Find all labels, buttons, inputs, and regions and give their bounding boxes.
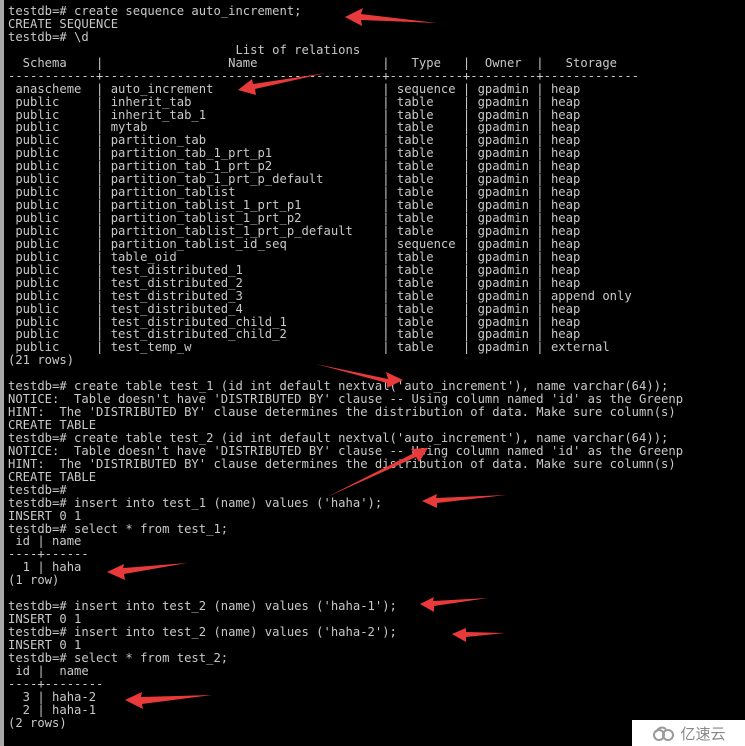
terminal-line: (1 row) xyxy=(8,573,60,588)
watermark-text: 亿速云 xyxy=(680,724,726,743)
terminal-line: testdb=# create table test_2 (id int def… xyxy=(8,430,669,445)
terminal-line: testdb=# select * from test_1; xyxy=(8,521,229,536)
terminal-line: 1 | haha xyxy=(8,560,82,575)
terminal-line: 3 | haha-2 xyxy=(8,689,97,704)
terminal-line: ----+-------- xyxy=(8,676,104,691)
terminal-line: testdb=# xyxy=(8,482,67,497)
terminal-line: testdb=# insert into test_2 (name) value… xyxy=(8,599,397,614)
terminal-line: testdb=# insert into test_1 (name) value… xyxy=(8,495,383,510)
terminal-line: testdb=# insert into test_2 (name) value… xyxy=(8,625,397,639)
terminal-line: public | partition_tablist_1_prt_p2 | ta… xyxy=(8,211,581,225)
terminal-line: public | partition_tablist_1_prt_p_defau… xyxy=(8,223,581,238)
terminal-line: CREATE TABLE xyxy=(8,469,97,484)
terminal-line: anascheme | auto_increment | sequence | … xyxy=(8,81,581,96)
terminal-line: public | table_oid | table | gpadmin | h… xyxy=(8,249,581,264)
terminal-line: public | inherit_tab | table | gpadmin |… xyxy=(8,94,581,109)
terminal-line: public | test_temp_w | table | gpadmin |… xyxy=(8,340,610,355)
terminal-line: HINT: The 'DISTRIBUTED BY' clause determ… xyxy=(8,456,676,471)
terminal-line: testdb=# create sequence auto_increment; xyxy=(8,4,302,18)
terminal-line: public | test_distributed_3 | table | gp… xyxy=(8,288,632,303)
terminal-line: testdb=# \d xyxy=(8,29,89,44)
terminal-line: 2 | haha-1 xyxy=(8,702,97,717)
terminal-line: (21 rows) xyxy=(8,353,75,368)
terminal-line: INSERT 0 1 xyxy=(8,637,82,652)
terminal-line: id | name xyxy=(8,534,82,549)
terminal-line: ----+------ xyxy=(8,547,89,562)
terminal-line: id | name xyxy=(8,663,89,678)
terminal-line: INSERT 0 1 xyxy=(8,508,82,523)
terminal-line: testdb=# select * from test_2; xyxy=(8,650,229,665)
terminal-line: CREATE TABLE xyxy=(8,418,97,432)
cloud-logo-icon xyxy=(653,726,675,741)
terminal-line: public | test_distributed_2 | table | gp… xyxy=(8,275,581,290)
terminal-line: NOTICE: Table doesn't have 'DISTRIBUTED … xyxy=(8,443,684,458)
watermark-logo: 亿速云 xyxy=(632,720,745,746)
terminal-line: public | test_distributed_4 | table | gp… xyxy=(8,301,581,316)
terminal-output[interactable]: testdb=# create sequence auto_increment;… xyxy=(0,0,745,746)
terminal-line: ------------+---------------------------… xyxy=(8,68,640,83)
terminal-line: Schema | Name | Type | Owner | Storage xyxy=(8,55,618,70)
terminal-line: HINT: The 'DISTRIBUTED BY' clause determ… xyxy=(8,405,676,420)
terminal-line: List of relations xyxy=(8,42,361,57)
terminal-line: public | test_distributed_1 | table | gp… xyxy=(8,262,581,277)
terminal-line: CREATE SEQUENCE xyxy=(8,16,119,31)
terminal-line: public | partition_tablist_id_seq | sequ… xyxy=(8,236,581,251)
